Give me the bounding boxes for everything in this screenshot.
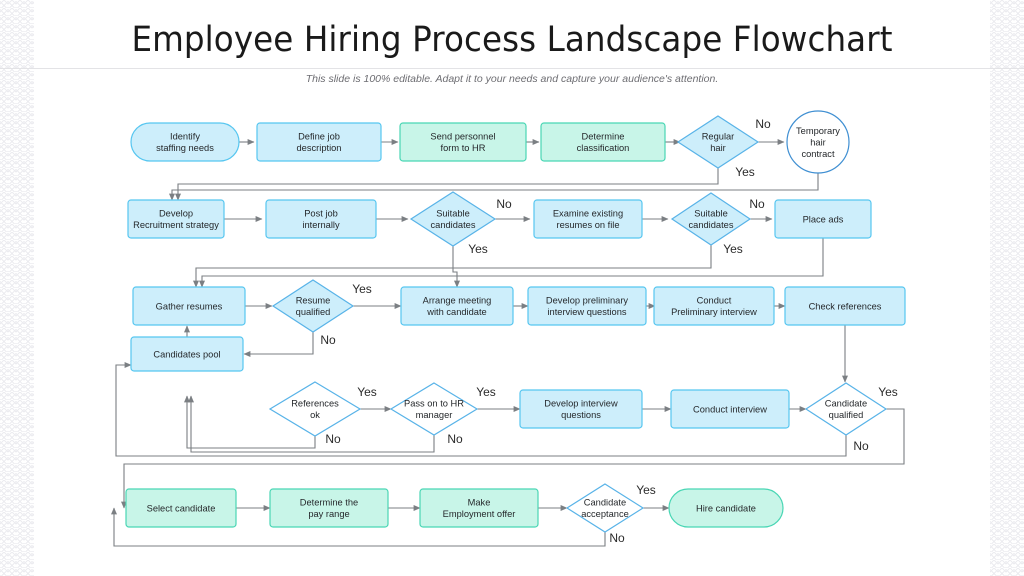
node-develop_interview_q[interactable]: Develop interview questions bbox=[519, 389, 643, 429]
rect-shape bbox=[527, 286, 647, 326]
diamond-shape bbox=[271, 279, 355, 333]
connector-resumeq-no-to-pool bbox=[243, 332, 314, 357]
node-label: Determine the pay range bbox=[300, 498, 358, 519]
edge-label-resume_qualified_yes: Yes bbox=[352, 282, 372, 296]
node-label: Candidates pool bbox=[153, 349, 220, 359]
node-label: Candidate qualified bbox=[825, 399, 867, 420]
node-examine_resumes[interactable]: Examine existing resumes on file bbox=[533, 199, 643, 239]
node-check_references[interactable]: Check references bbox=[784, 286, 906, 326]
node-post_job[interactable]: Post job internally bbox=[265, 199, 377, 239]
node-label: Suitable candidates bbox=[689, 209, 734, 230]
node-label: Arrange meeting with candidate bbox=[423, 296, 492, 317]
node-label: Develop preliminary interview questions bbox=[546, 296, 629, 317]
node-label: Hire candidate bbox=[696, 503, 756, 513]
edge-label-references_ok_yes: Yes bbox=[357, 385, 377, 399]
diamond-shape bbox=[268, 381, 362, 437]
node-hire_candidate[interactable]: Hire candidate bbox=[668, 488, 784, 528]
node-make_offer[interactable]: Make Employment offer bbox=[419, 488, 539, 528]
node-label: Determine classification bbox=[577, 132, 630, 153]
slide-canvas: Employee Hiring Process Landscape Flowch… bbox=[0, 0, 1024, 576]
node-label: Place ads bbox=[803, 214, 844, 224]
rect-shape bbox=[519, 389, 643, 429]
node-label: Suitable candidates bbox=[431, 209, 476, 230]
node-conduct_interview[interactable]: Conduct interview bbox=[670, 389, 790, 429]
edge-label-suitable_2_no: No bbox=[749, 197, 765, 211]
connector-suitable1-yes-down bbox=[452, 246, 460, 288]
node-temporary_contract[interactable]: Temporary hair contract bbox=[786, 110, 850, 174]
diamond-shape bbox=[670, 192, 752, 246]
node-label: Gather resumes bbox=[156, 301, 223, 311]
rect-shape bbox=[540, 122, 666, 162]
rect-shape bbox=[127, 199, 225, 239]
connector-temporary-down-left bbox=[169, 173, 819, 201]
node-candidates_pool[interactable]: Candidates pool bbox=[130, 336, 244, 372]
edge-label-resume_qualified_no: No bbox=[320, 333, 336, 347]
node-label: Examine existing resumes on file bbox=[553, 209, 623, 230]
node-define_job[interactable]: Define job description bbox=[256, 122, 382, 162]
node-label: Select candidate bbox=[147, 503, 216, 513]
node-layer: Identify staffing needs Define job descript… bbox=[125, 110, 906, 533]
node-label: Check references bbox=[809, 301, 882, 311]
node-place_ads[interactable]: Place ads bbox=[774, 199, 872, 239]
edge-label-pass_hr_yes: Yes bbox=[476, 385, 496, 399]
node-select_candidate[interactable]: Select candidate bbox=[125, 488, 237, 528]
node-gather_resumes[interactable]: Gather resumes bbox=[132, 286, 246, 326]
diamond-shape bbox=[389, 382, 479, 436]
node-label: Candidate acceptance bbox=[581, 498, 629, 519]
pill-shape bbox=[130, 122, 240, 162]
node-suitable_1[interactable]: Suitable candidates bbox=[409, 191, 497, 247]
node-arrange_meeting[interactable]: Arrange meeting with candidate bbox=[400, 286, 514, 326]
node-resume_qualified[interactable]: Resume qualified bbox=[271, 279, 355, 333]
node-determine_pay[interactable]: Determine the pay range bbox=[269, 488, 389, 528]
edge-label-acceptance_yes: Yes bbox=[636, 483, 656, 497]
node-develop_prelim_q[interactable]: Develop preliminary interview questions bbox=[527, 286, 647, 326]
node-pass_hr[interactable]: Pass on to HR manager bbox=[389, 382, 479, 436]
edge-label-regular_hair_yes: Yes bbox=[735, 165, 755, 179]
node-label: Post job internally bbox=[302, 209, 340, 230]
rect-shape bbox=[265, 199, 377, 239]
edge-label-candidate_qualified_no: No bbox=[853, 439, 869, 453]
edge-label-suitable_2_yes: Yes bbox=[723, 242, 743, 256]
node-identify_staffing[interactable]: Identify staffing needs bbox=[130, 122, 240, 162]
edge-label-pass_hr_no: No bbox=[447, 432, 463, 446]
edge-label-suitable_1_no: No bbox=[496, 197, 512, 211]
edge-label-regular_hair_no: No bbox=[755, 117, 771, 131]
rect-shape bbox=[400, 286, 514, 326]
flowchart-diagram: Identify staffing needs Define job descript… bbox=[111, 110, 906, 547]
node-candidate_qualified[interactable]: Candidate qualified bbox=[804, 382, 888, 436]
node-label: Define job description bbox=[297, 132, 342, 153]
node-label: Resume qualified bbox=[296, 296, 331, 317]
node-send_personnel[interactable]: Send personnel form to HR bbox=[399, 122, 527, 162]
node-label: Conduct interview bbox=[693, 404, 767, 414]
node-suitable_2[interactable]: Suitable candidates bbox=[670, 192, 752, 246]
edge-label-acceptance_no: No bbox=[609, 531, 625, 545]
rect-shape bbox=[419, 488, 539, 528]
node-candidate_acceptance[interactable]: Candidate acceptance bbox=[565, 483, 645, 533]
diamond-shape bbox=[409, 191, 497, 247]
rect-shape bbox=[533, 199, 643, 239]
diamond-shape bbox=[676, 115, 760, 169]
edge-label-layer: No Yes No Yes No Yes Yes No Yes No Yes No Yes No Yes No bbox=[320, 117, 897, 545]
diamond-shape bbox=[804, 382, 888, 436]
node-develop_recruitment[interactable]: Develop Recruitment strategy bbox=[127, 199, 225, 239]
rect-shape bbox=[653, 286, 775, 326]
diamond-shape bbox=[565, 483, 645, 533]
rect-shape bbox=[256, 122, 382, 162]
edge-label-candidate_qualified_yes: Yes bbox=[878, 385, 898, 399]
node-references_ok[interactable]: References ok bbox=[268, 381, 362, 437]
edge-label-references_ok_no: No bbox=[325, 432, 341, 446]
node-determine_class[interactable]: Determine classification bbox=[540, 122, 666, 162]
edge-label-suitable_1_yes: Yes bbox=[468, 242, 488, 256]
node-regular_hair[interactable]: Regular hair bbox=[676, 115, 760, 169]
rect-shape bbox=[399, 122, 527, 162]
node-conduct_prelim[interactable]: Conduct Preliminary interview bbox=[653, 286, 775, 326]
rect-shape bbox=[269, 488, 389, 528]
